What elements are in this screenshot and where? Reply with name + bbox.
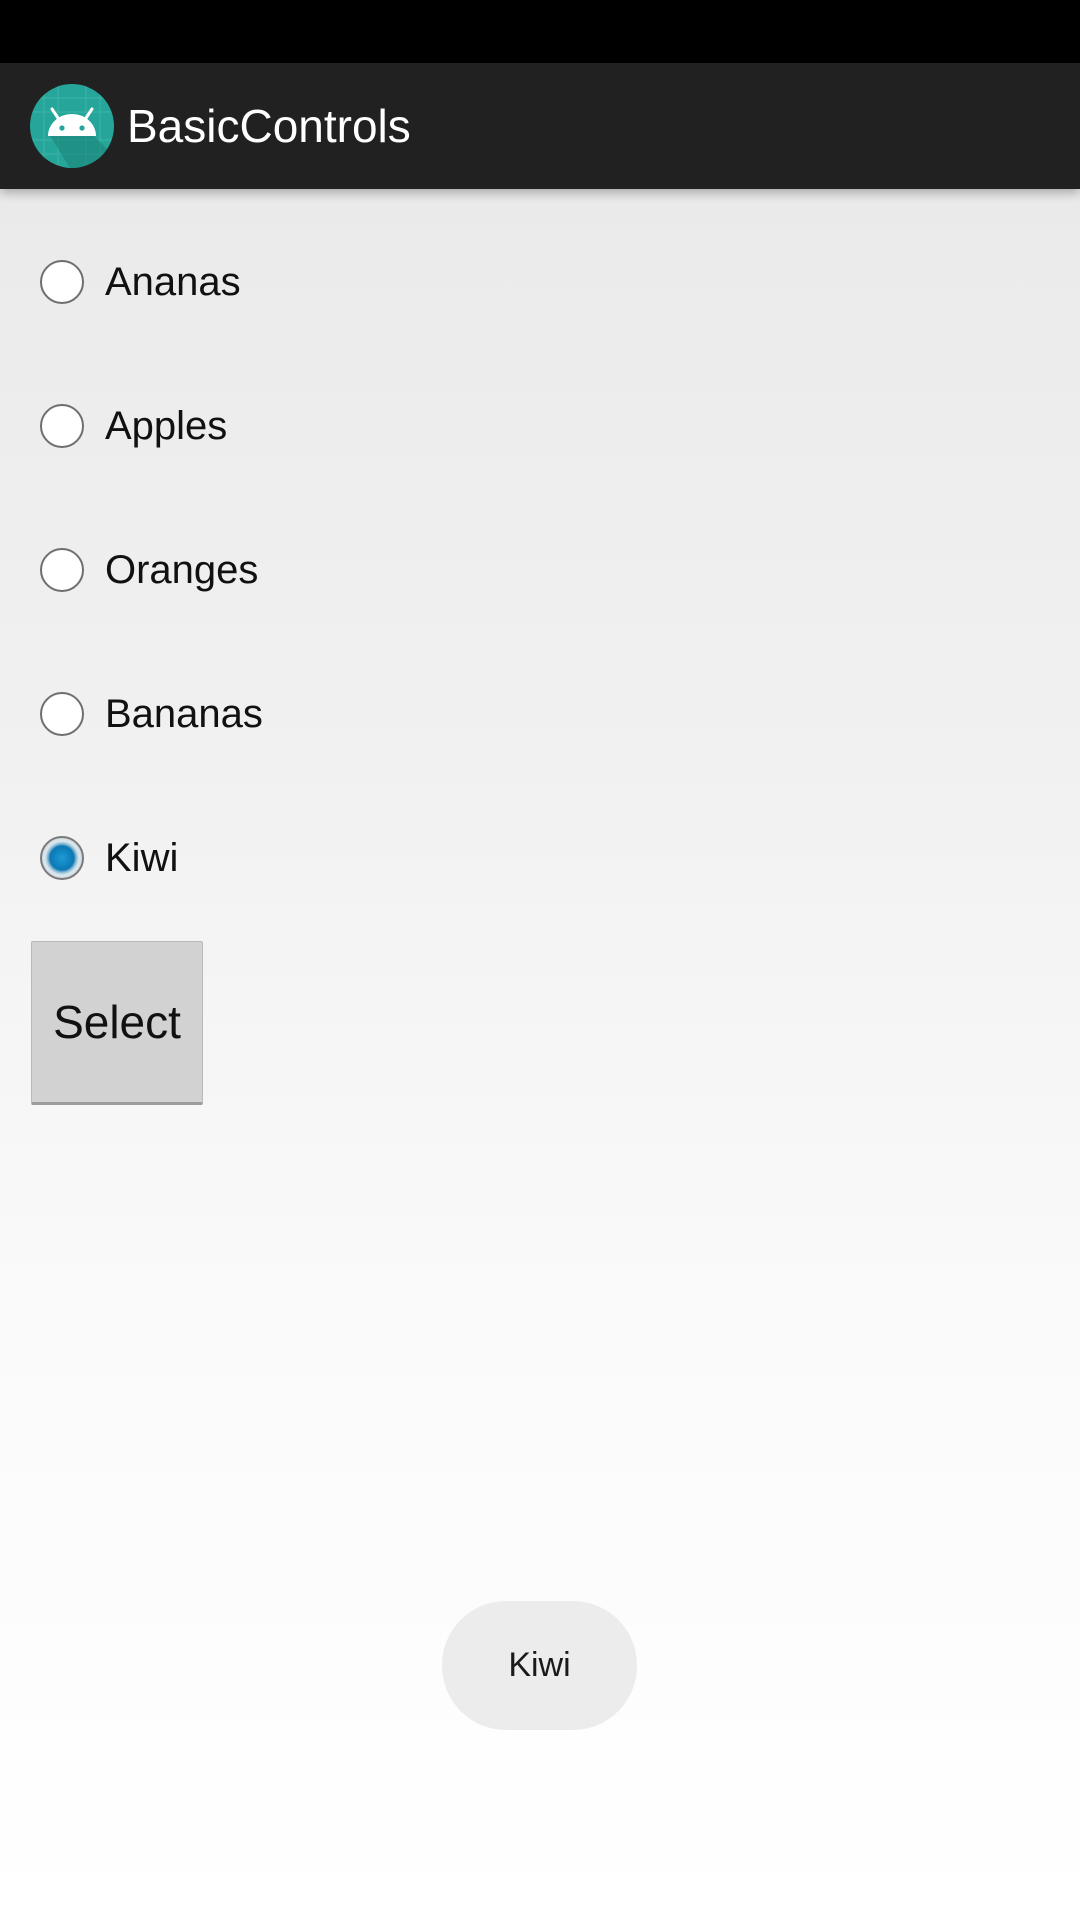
radio-label[interactable]: Bananas xyxy=(105,642,263,786)
radio-label[interactable]: Oranges xyxy=(105,498,258,642)
radio-option-apples[interactable]: Apples xyxy=(0,354,1080,498)
radio-option-ananas[interactable]: Ananas xyxy=(0,210,1080,354)
radio-label[interactable]: Apples xyxy=(105,354,227,498)
radio-button-kiwi[interactable] xyxy=(40,836,84,880)
radio-option-oranges[interactable]: Oranges xyxy=(0,498,1080,642)
select-button[interactable]: Select xyxy=(31,941,203,1105)
fruit-radio-group: Ananas Apples Oranges Bananas Kiwi xyxy=(0,210,1080,930)
radio-button-bananas[interactable] xyxy=(40,692,84,736)
radio-button-apples[interactable] xyxy=(40,404,84,448)
radio-button-oranges[interactable] xyxy=(40,548,84,592)
app-title: BasicControls xyxy=(127,100,411,152)
radio-option-bananas[interactable]: Bananas xyxy=(0,642,1080,786)
radio-label[interactable]: Ananas xyxy=(105,210,241,354)
toast-message: Kiwi xyxy=(442,1601,637,1730)
radio-label[interactable]: Kiwi xyxy=(105,786,178,930)
radio-option-kiwi[interactable]: Kiwi xyxy=(0,786,1080,930)
android-icon xyxy=(30,84,114,168)
status-bar xyxy=(0,0,1080,63)
action-bar: BasicControls xyxy=(0,63,1080,189)
radio-button-ananas[interactable] xyxy=(40,260,84,304)
